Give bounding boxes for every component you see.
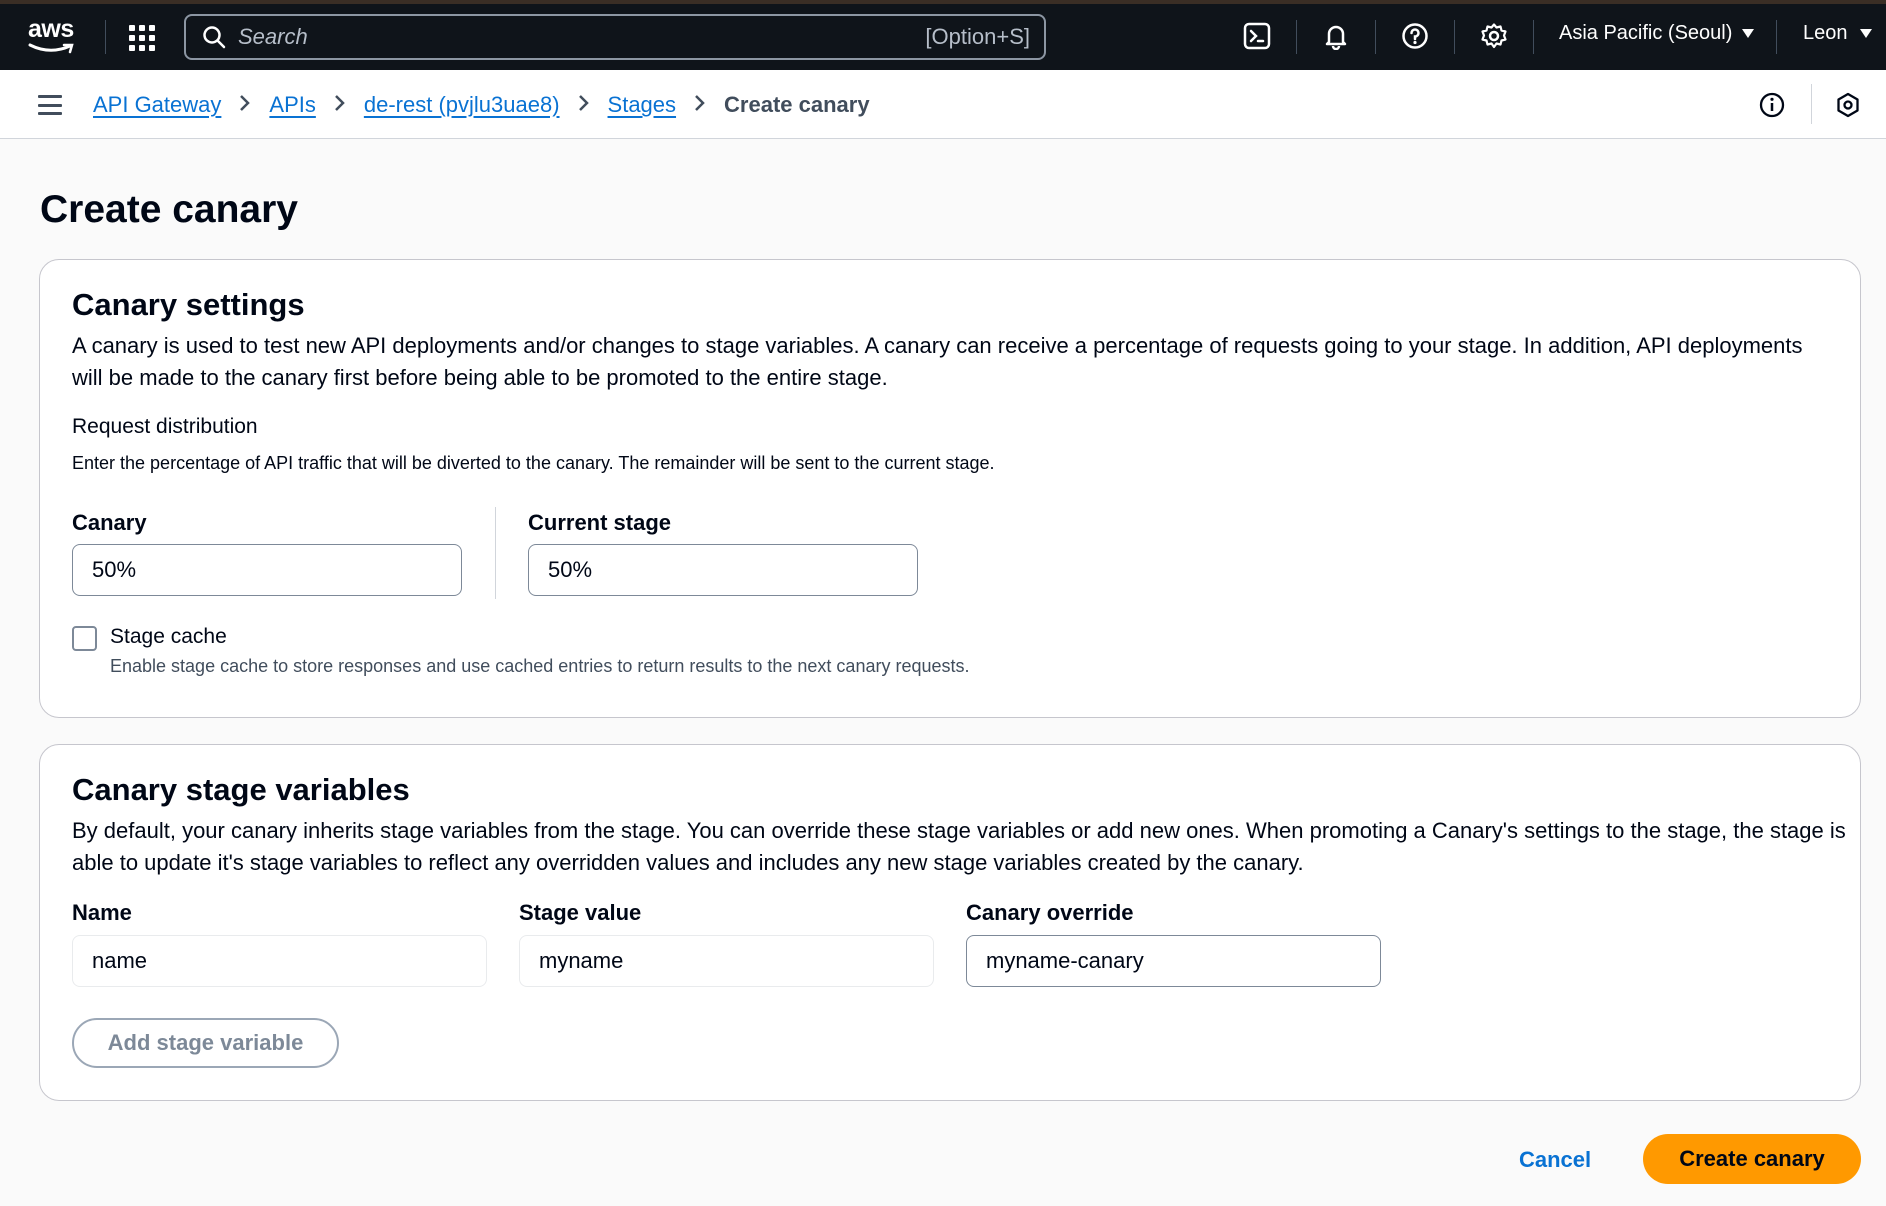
column-stage-value-header: Stage value xyxy=(519,900,642,925)
page-title: Create canary xyxy=(40,188,298,231)
nav-divider xyxy=(1296,20,1297,54)
user-menu[interactable]: Leon xyxy=(1803,22,1872,45)
breadcrumb-api-gateway[interactable]: API Gateway xyxy=(93,92,221,118)
breadcrumb-bar: API Gateway APIs de-rest (pvjlu3uae8) St… xyxy=(0,70,1886,139)
stage-cache-label: Stage cache xyxy=(110,625,227,648)
variable-canary-override-input[interactable] xyxy=(966,935,1381,987)
add-stage-variable-button[interactable]: Add stage variable xyxy=(72,1018,339,1068)
chevron-right-icon xyxy=(694,92,706,118)
nav-divider xyxy=(1454,20,1455,54)
services-grid-icon[interactable] xyxy=(129,25,155,51)
preferences-icon[interactable] xyxy=(1835,92,1861,123)
stage-cache-checkbox[interactable] xyxy=(72,626,97,651)
variable-name-input[interactable] xyxy=(72,935,487,987)
top-edge xyxy=(0,0,1886,4)
aws-logo-text: aws xyxy=(28,15,74,43)
user-name: Leon xyxy=(1803,22,1848,44)
region-selector[interactable]: Asia Pacific (Seoul) xyxy=(1559,22,1755,45)
chevron-right-icon xyxy=(239,92,251,118)
column-name-header: Name xyxy=(72,900,132,925)
stage-variables-panel: Canary stage variables By default, your … xyxy=(39,744,1861,1101)
breadcrumb-current: Create canary xyxy=(724,92,870,117)
aws-logo[interactable]: aws xyxy=(28,16,80,56)
canary-percent-label: Canary xyxy=(72,510,147,535)
current-stage-percent-input[interactable] xyxy=(528,544,918,596)
stage-variables-title: Canary stage variables xyxy=(72,772,410,807)
stage-variables-description: By default, your canary inherits stage v… xyxy=(72,818,1846,875)
column-canary-override-header: Canary override xyxy=(966,900,1134,925)
canary-settings-title: Canary settings xyxy=(72,287,305,322)
column-divider xyxy=(495,507,496,599)
search-icon xyxy=(203,26,226,49)
breadcrumb-stages[interactable]: Stages xyxy=(608,92,677,118)
cancel-button[interactable]: Cancel xyxy=(1519,1147,1591,1173)
chevron-right-icon xyxy=(334,92,346,118)
search-box[interactable]: [Option+S] xyxy=(184,14,1046,60)
aws-smile-icon xyxy=(28,43,74,54)
current-stage-label: Current stage xyxy=(528,510,672,535)
gear-icon[interactable] xyxy=(1480,22,1508,50)
breadcrumb-api-name[interactable]: de-rest (pvjlu3uae8) xyxy=(364,92,560,118)
top-navigation: aws [Option+S] xyxy=(0,0,1886,70)
cloudshell-icon[interactable] xyxy=(1243,22,1271,50)
nav-divider xyxy=(1776,20,1777,54)
chevron-right-icon xyxy=(578,92,590,118)
search-input[interactable] xyxy=(238,24,878,50)
canary-settings-panel: Canary settings A canary is used to test… xyxy=(39,259,1861,718)
nav-divider xyxy=(1533,20,1534,54)
nav-divider xyxy=(105,20,106,54)
menu-icon[interactable] xyxy=(38,95,62,115)
canary-settings-description: A canary is used to test new API deploym… xyxy=(72,333,1803,390)
region-label: Asia Pacific (Seoul) xyxy=(1559,22,1733,44)
request-distribution-help: Enter the percentage of API traffic that… xyxy=(72,453,995,473)
breadcrumb-apis[interactable]: APIs xyxy=(269,92,315,118)
breadcrumb: API Gateway APIs de-rest (pvjlu3uae8) St… xyxy=(93,92,870,118)
caret-down-icon xyxy=(1859,29,1872,38)
nav-divider xyxy=(1375,20,1376,54)
caret-down-icon xyxy=(1742,29,1755,38)
variable-stage-value-input[interactable] xyxy=(519,935,934,987)
canary-percent-input[interactable] xyxy=(72,544,462,596)
search-shortcut: [Option+S] xyxy=(925,24,1030,49)
stage-cache-help: Enable stage cache to store responses an… xyxy=(110,656,970,676)
bell-icon[interactable] xyxy=(1322,22,1350,50)
create-canary-button[interactable]: Create canary xyxy=(1643,1134,1861,1184)
nav-divider xyxy=(1811,84,1812,124)
info-icon[interactable] xyxy=(1759,92,1785,123)
help-icon[interactable] xyxy=(1401,22,1429,50)
request-distribution-label: Request distribution xyxy=(72,415,258,438)
